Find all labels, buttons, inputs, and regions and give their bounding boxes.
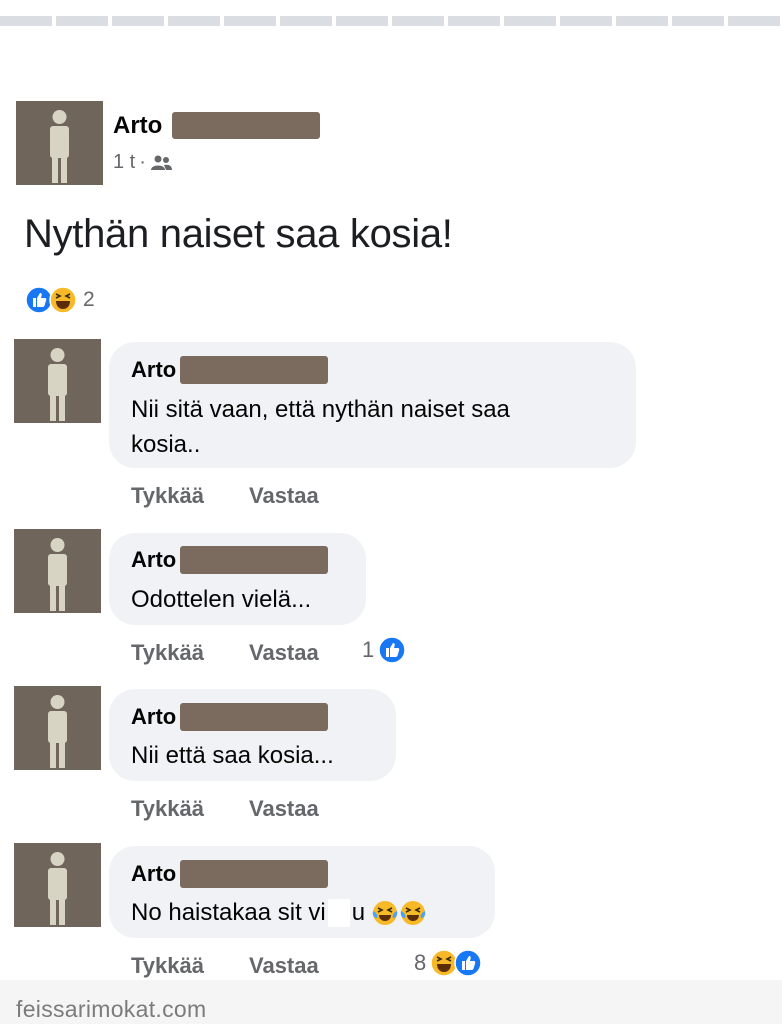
like-button[interactable]: Tykkää	[131, 796, 249, 822]
redacted-word	[327, 898, 350, 927]
comment-text-tail: u	[351, 899, 366, 926]
haha-reaction-icon	[49, 286, 77, 314]
reply-button[interactable]: Vastaa	[249, 953, 319, 979]
redacted-surname	[172, 112, 320, 139]
redacted-surname	[180, 860, 328, 888]
comment-reactions[interactable]: 1	[362, 636, 406, 664]
reply-button[interactable]: Vastaa	[249, 483, 319, 509]
comment-text: Odottelen vielä...	[131, 582, 311, 617]
comment-author-name[interactable]: Arto	[131, 861, 176, 887]
post-meta: 1 t ·	[113, 151, 172, 174]
comment-avatar[interactable]	[14, 686, 101, 770]
redacted-surname	[180, 703, 328, 731]
comment-text-line: No haistakaa sit vi	[131, 899, 326, 926]
comment-author-name[interactable]: Arto	[131, 704, 176, 730]
redacted-surname	[180, 546, 328, 574]
comment-text-line: Nii sitä vaan, että nythän naiset saa	[131, 396, 510, 423]
redacted-surname	[180, 356, 328, 384]
comment-actions: Tykkää Vastaa	[131, 953, 319, 979]
comment-author-name[interactable]: Arto	[131, 357, 176, 383]
comment-text-line: kosia..	[131, 431, 201, 458]
like-reaction-icon	[454, 949, 482, 977]
comment-actions: Tykkää Vastaa	[131, 640, 319, 666]
comment-reaction-count: 8	[414, 950, 427, 975]
like-reaction-icon	[378, 636, 406, 664]
post-reactions[interactable]: 2	[25, 285, 95, 315]
post-text: Nythän naiset saa kosia!	[24, 212, 453, 256]
top-divider	[0, 16, 782, 26]
comment-text-line: Nii että saa kosia...	[131, 742, 334, 769]
friends-icon	[150, 155, 172, 170]
watermark-text: feissarimokat.com	[16, 996, 207, 1022]
post-time[interactable]: 1 t	[113, 151, 135, 174]
tears-of-joy-emoji	[371, 899, 399, 927]
reply-button[interactable]: Vastaa	[249, 640, 319, 666]
tears-of-joy-emoji	[399, 899, 427, 927]
comment-actions: Tykkää Vastaa	[131, 483, 319, 509]
default-person-icon	[48, 348, 67, 421]
comment-actions: Tykkää Vastaa	[131, 796, 319, 822]
default-person-icon	[48, 852, 67, 925]
comment-avatar[interactable]	[14, 843, 101, 927]
comment-text: Nii että saa kosia...	[131, 738, 334, 773]
default-person-icon	[50, 110, 69, 183]
like-button[interactable]: Tykkää	[131, 953, 249, 979]
like-button[interactable]: Tykkää	[131, 483, 249, 509]
comment-avatar[interactable]	[14, 339, 101, 423]
default-person-icon	[48, 538, 67, 611]
comment-author-name[interactable]: Arto	[131, 547, 176, 573]
comment-text: Nii sitä vaan, että nythän naiset saa ko…	[131, 392, 510, 462]
comment-avatar[interactable]	[14, 529, 101, 613]
meta-separator: ·	[139, 151, 146, 173]
post-author-avatar[interactable]	[16, 101, 103, 185]
default-person-icon	[48, 695, 67, 768]
comment-text: No haistakaa sit vi u	[131, 895, 427, 930]
post-reaction-count: 2	[83, 288, 95, 311]
like-button[interactable]: Tykkää	[131, 640, 249, 666]
comment-reactions[interactable]: 8	[414, 949, 482, 977]
comment-reaction-count: 1	[362, 637, 375, 662]
comment-text-line: Odottelen vielä...	[131, 586, 312, 613]
post-author-name[interactable]: Arto	[113, 112, 162, 140]
reply-button[interactable]: Vastaa	[249, 796, 319, 822]
